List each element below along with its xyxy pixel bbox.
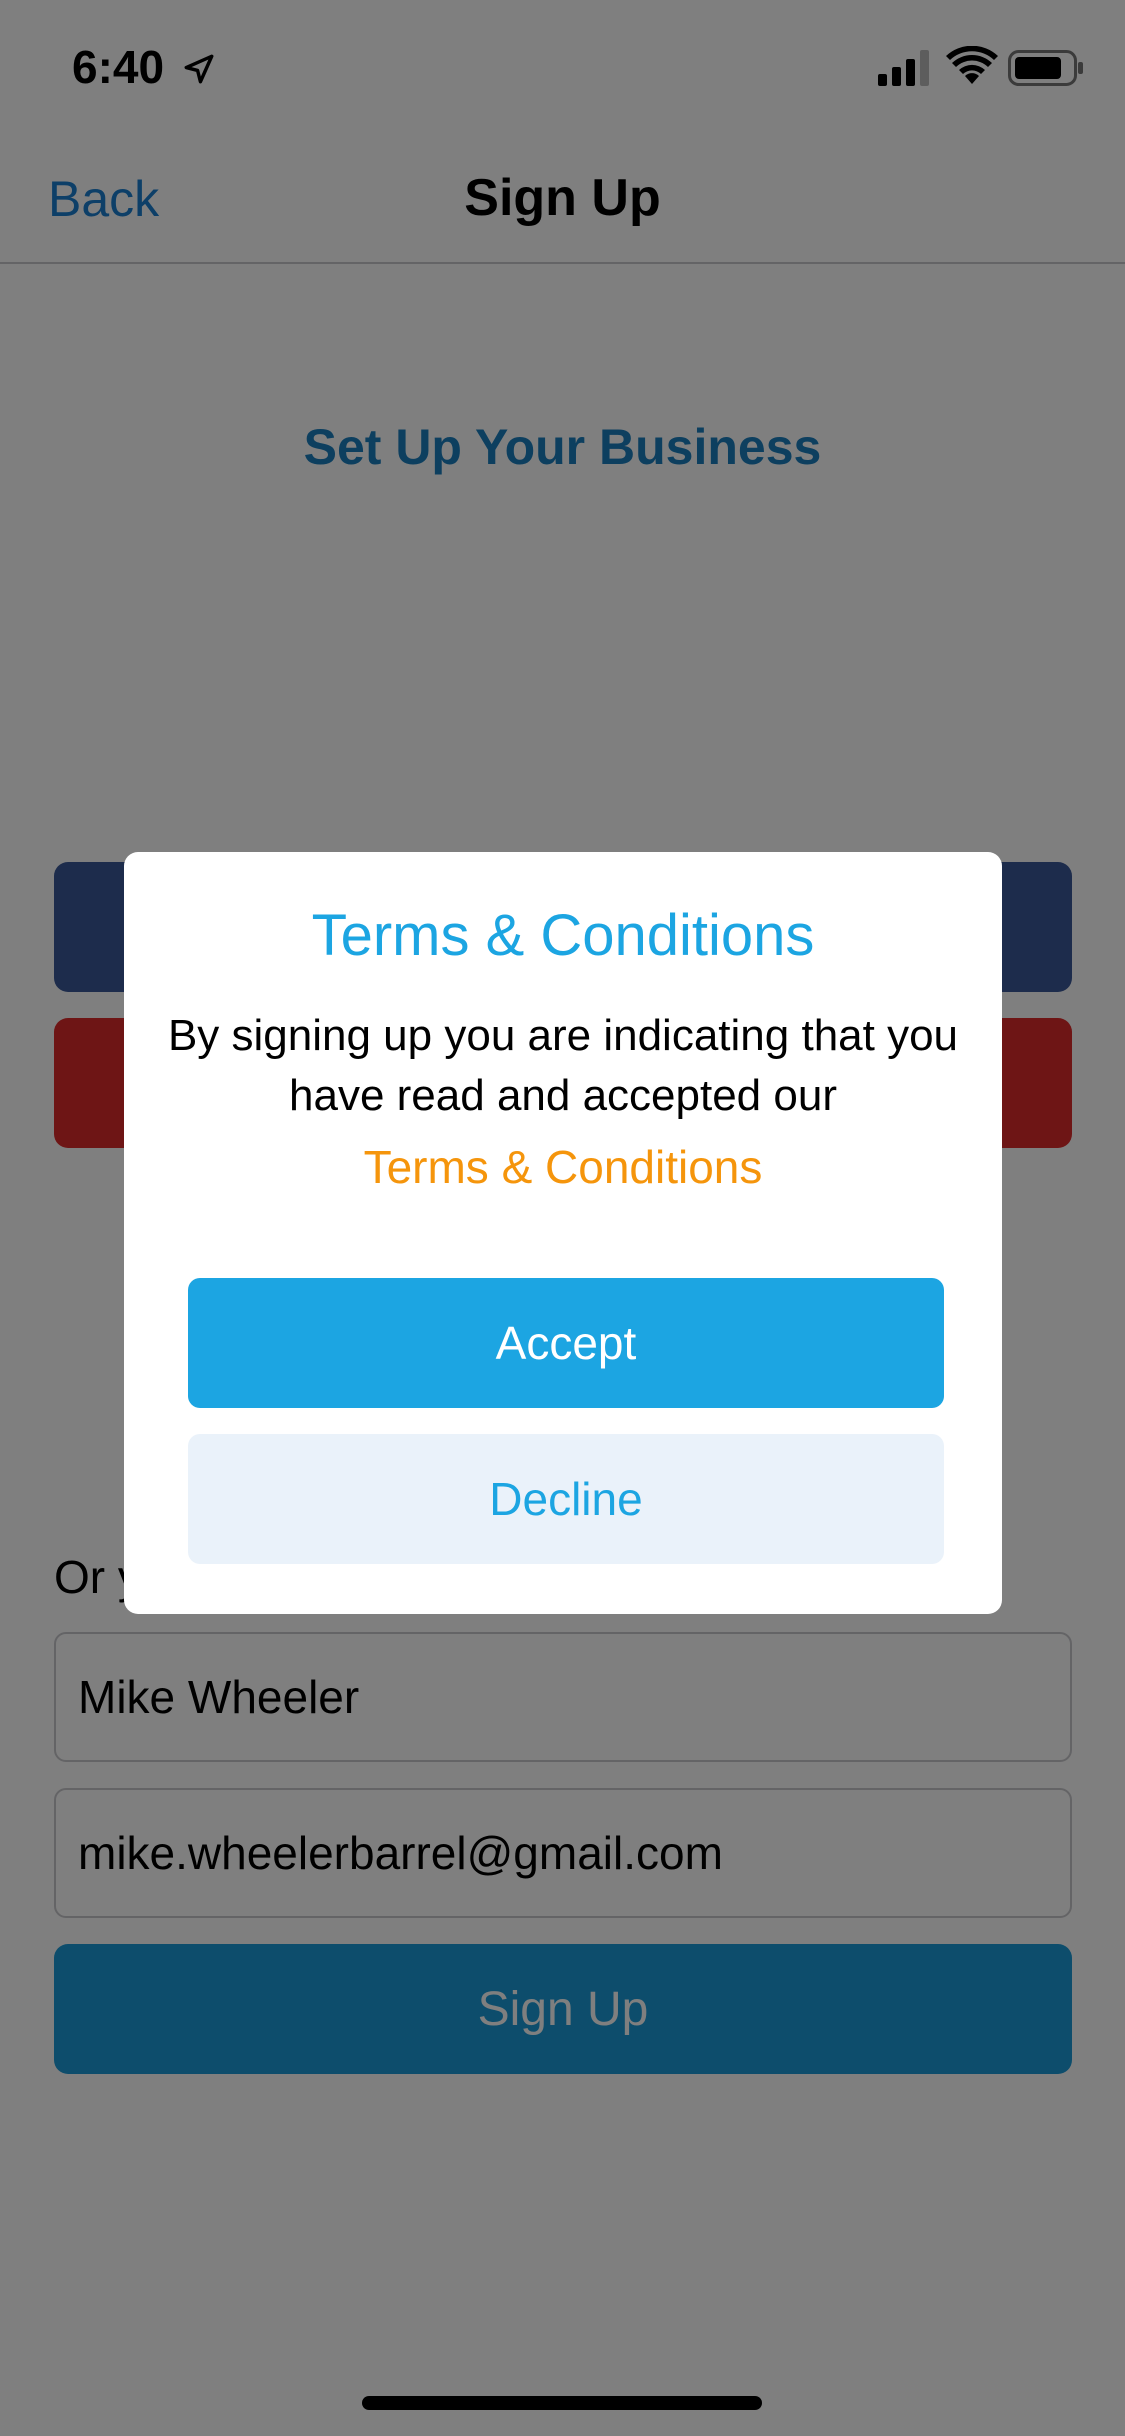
terms-dialog: Terms & Conditions By signing up you are… bbox=[124, 852, 1002, 1614]
dialog-message: By signing up you are indicating that yo… bbox=[167, 1011, 959, 1120]
accept-button[interactable]: Accept bbox=[188, 1278, 944, 1408]
decline-button[interactable]: Decline bbox=[188, 1434, 944, 1564]
terms-link[interactable]: Terms & Conditions bbox=[124, 1140, 1002, 1194]
signup-screen: 6:40 Back Sign Up Set Up Your Business bbox=[0, 0, 1125, 2436]
home-indicator[interactable] bbox=[362, 2396, 762, 2410]
dialog-title: Terms & Conditions bbox=[311, 903, 815, 968]
